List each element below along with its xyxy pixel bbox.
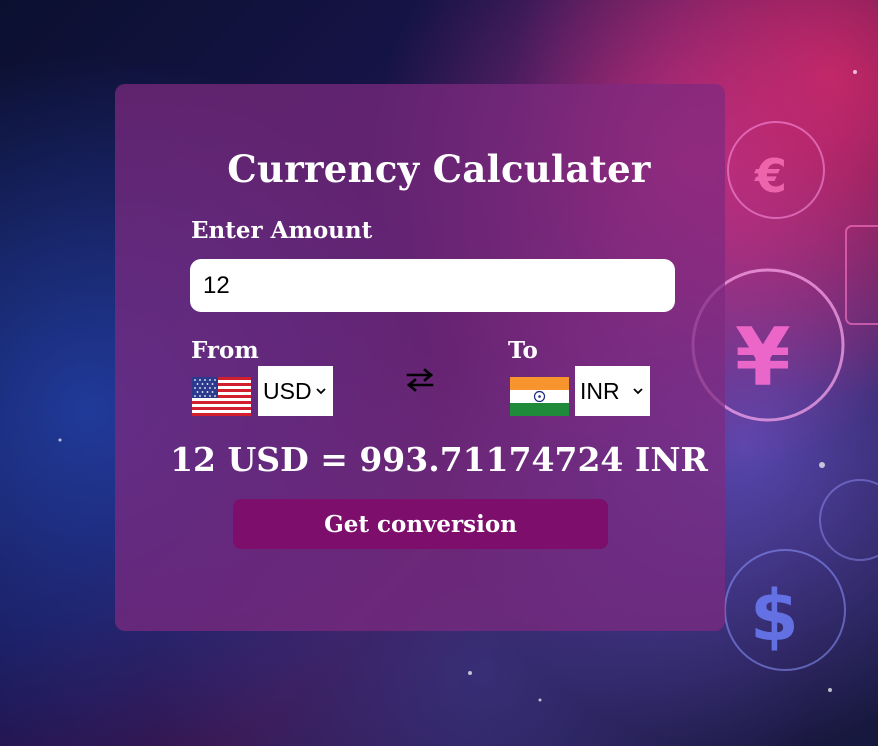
swap-arrows-icon[interactable]	[405, 368, 435, 392]
amount-label: Enter Amount	[191, 217, 373, 244]
from-label: From	[191, 337, 259, 364]
svg-text:¥: ¥	[735, 311, 791, 404]
from-currency-select[interactable]: USD	[258, 366, 333, 416]
page-title: Currency Calculater	[227, 147, 651, 191]
chevron-down-icon	[316, 388, 326, 395]
to-currency-value: INR	[580, 377, 620, 404]
to-currency-select[interactable]: INR	[575, 366, 650, 416]
amount-input[interactable]	[190, 259, 675, 312]
from-currency-value: USD	[263, 377, 312, 404]
svg-text:$: $	[750, 575, 799, 657]
india-flag-icon	[510, 377, 569, 416]
conversion-result: 12 USD = 993.71174724 INR	[170, 440, 708, 479]
us-flag-icon	[192, 377, 251, 416]
to-label: To	[508, 337, 538, 364]
chevron-down-icon	[633, 388, 643, 395]
get-conversion-button[interactable]: Get conversion	[233, 499, 608, 549]
